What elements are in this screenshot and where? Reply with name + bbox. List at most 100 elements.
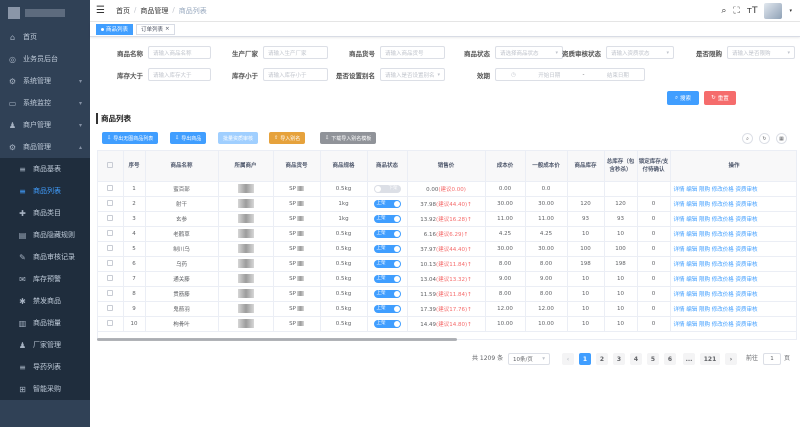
sidebar-subitem[interactable]: ▤ 商品隐藏规则	[0, 224, 90, 246]
sidebar-subitem[interactable]: ≡ 导药列表	[0, 356, 90, 378]
status-switch[interactable]: 上架	[373, 274, 401, 283]
table-row[interactable]: 4 老鹳草 SP 0.5kg 上架 6.16(建议6.29)↑ 4.25 4.25 10 10 0 详…	[98, 226, 796, 242]
tab-order-list[interactable]: 订单列表 ×	[136, 23, 175, 35]
download-template-button[interactable]: ⇩ 下载导入别名模板	[320, 132, 377, 144]
table-row[interactable]: 1 蜜百部 SP 0.5kg 下架 0.00(建议0.00) 0.00 0.0 详情 编辑 限购…	[98, 181, 796, 197]
sidebar-subitem[interactable]: ▥ 商品销量	[0, 312, 90, 334]
sidebar-item[interactable]: ◎ 业务员后台	[0, 48, 90, 70]
column-header[interactable]	[98, 151, 124, 182]
row-actions[interactable]: 详情 编辑 限购 修改价格 资质审核	[670, 316, 796, 332]
row-checkbox[interactable]	[107, 230, 114, 237]
sidebar-subitem[interactable]: ≡ 商品基表	[0, 158, 90, 180]
search-toggle-icon[interactable]: ⌕	[742, 133, 753, 144]
alias-select[interactable]: 请输入是否设置别名 ▾	[380, 68, 445, 81]
row-checkbox[interactable]	[107, 260, 114, 267]
reset-button[interactable]: ↻ 重置	[704, 91, 736, 105]
sidebar-item[interactable]: ▭ 系统监控 ▾	[0, 92, 90, 114]
row-actions[interactable]: 详情 编辑 限购 修改价格 资质审核	[670, 286, 796, 302]
horizontal-scrollbar[interactable]	[97, 338, 457, 341]
font-size-icon[interactable]: тT	[747, 6, 758, 16]
batch-audit-button[interactable]: 批量资质审核	[218, 132, 259, 144]
page-button[interactable]: ...	[683, 353, 695, 365]
avatar[interactable]	[764, 3, 783, 19]
limit-select[interactable]: 请输入是否限购 ▾	[727, 46, 795, 59]
sidebar-subitem[interactable]: ≡ 商品列表	[0, 180, 90, 202]
qual-status-select[interactable]: 请输入资质状态 ▾	[606, 46, 674, 59]
sidebar-subitem[interactable]: ⊞ 智能采购	[0, 378, 90, 400]
row-checkbox[interactable]	[107, 320, 114, 327]
page-button[interactable]: 121	[700, 353, 720, 365]
sidebar-item[interactable]: ⚙ 商品管理 ▴	[0, 136, 90, 158]
hamburger-icon[interactable]: ☰	[96, 5, 108, 16]
table-row[interactable]: 2 射干 SP 1kg 上架 37.98(建议44.40)↑ 30.00 30.00 120 12…	[98, 196, 796, 212]
row-checkbox[interactable]	[107, 215, 114, 222]
export-no-image-button[interactable]: ⇩ 导出无图商品列表	[102, 132, 159, 144]
row-actions[interactable]: 详情 编辑 限购 修改价格 资质审核	[670, 196, 796, 212]
sidebar-subitem[interactable]: ✉ 库存预警	[0, 268, 90, 290]
row-checkbox[interactable]	[107, 200, 114, 207]
sidebar-subitem[interactable]: ✱ 禁发商品	[0, 290, 90, 312]
goods-sku-input[interactable]: 请输入商品货号	[380, 46, 445, 59]
row-actions[interactable]: 详情 编辑 限购 修改价格 资质审核	[670, 301, 796, 317]
table-row[interactable]: 3 玄参 SP 1kg 上架 13.92(建议16.28)↑ 11.00 11.00 93 93 0…	[98, 211, 796, 227]
manufacturer-input[interactable]: 请输入生产厂家	[263, 46, 328, 59]
select-all-checkbox[interactable]	[107, 162, 114, 169]
next-page-button[interactable]: ›	[725, 353, 737, 365]
chevron-down-icon[interactable]: ▾	[789, 8, 792, 14]
stock-gt-input[interactable]: 请输入库存大于	[148, 68, 211, 81]
sidebar-subitem[interactable]: ♟ 厂家管理	[0, 334, 90, 356]
row-checkbox[interactable]	[107, 245, 114, 252]
search-icon[interactable]: ⌕	[721, 6, 726, 16]
row-actions[interactable]: 详情 编辑 限购 修改价格 资质审核	[670, 211, 796, 227]
table-row[interactable]: 7 通关藤 SP 0.5kg 上架 13.04(建议13.32)↑ 9.00 9.00 10 10…	[98, 271, 796, 287]
status-switch[interactable]: 上架	[373, 229, 401, 238]
table-row[interactable]: 5 制川乌 SP 0.5kg 上架 37.97(建议44.40)↑ 30.00 30.00 10…	[98, 241, 796, 257]
sidebar-subitem[interactable]: ✚ 商品类目	[0, 202, 90, 224]
expiry-date-range[interactable]: ◷ 开始日期 - 结束日期	[495, 68, 645, 81]
page-size-select[interactable]: 10条/页 ▾	[508, 353, 550, 365]
page-button[interactable]: 3	[613, 353, 625, 365]
refresh-icon[interactable]: ↻	[759, 133, 770, 144]
page-button[interactable]: 4	[630, 353, 642, 365]
sidebar-subitem[interactable]: ✎ 商品审核记录	[0, 246, 90, 268]
goto-page-input[interactable]: 1	[763, 353, 781, 365]
status-switch[interactable]: 上架	[373, 259, 401, 268]
prev-page-button[interactable]: ‹	[562, 353, 574, 365]
status-switch[interactable]: 上架	[373, 319, 401, 328]
sidebar-item[interactable]: ⚙ 系统管理 ▾	[0, 70, 90, 92]
row-checkbox[interactable]	[107, 290, 114, 297]
status-switch[interactable]: 上架	[373, 244, 401, 253]
breadcrumb-item[interactable]: 商品管理	[140, 6, 168, 16]
row-actions[interactable]: 详情 编辑 限购 修改价格 资质审核	[670, 256, 796, 272]
row-checkbox[interactable]	[107, 185, 114, 192]
row-actions[interactable]: 详情 编辑 限购 修改价格 资质审核	[670, 241, 796, 257]
status-switch[interactable]: 上架	[373, 214, 401, 223]
export-button[interactable]: ⇩ 导出商品	[170, 132, 207, 144]
sidebar-item[interactable]: ⌂ 首页	[0, 26, 90, 48]
page-button[interactable]: 6	[664, 353, 676, 365]
table-row[interactable]: 9 鬼箭羽 SP 0.5kg 上架 17.39(建议17.76)↑ 12.00 12.00 10…	[98, 301, 796, 317]
status-switch[interactable]: 上架	[373, 289, 401, 298]
page-button[interactable]: 5	[647, 353, 659, 365]
row-checkbox[interactable]	[107, 305, 114, 312]
status-switch[interactable]: 上架	[373, 304, 401, 313]
fullscreen-icon[interactable]: ⛶	[733, 6, 739, 16]
stock-lt-input[interactable]: 请输入库存小于	[263, 68, 328, 81]
close-icon[interactable]: ×	[165, 26, 170, 32]
row-checkbox[interactable]	[107, 275, 114, 282]
row-actions[interactable]: 详情 编辑 限购 修改价格 资质审核	[670, 181, 796, 197]
row-actions[interactable]: 详情 编辑 限购 修改价格 资质审核	[670, 271, 796, 287]
table-row[interactable]: 10 枸骨叶 SP 0.5kg 上架 14.49(建议14.80)↑ 10.00 10.00 1…	[98, 316, 796, 332]
row-actions[interactable]: 详情 编辑 限购 修改价格 资质审核	[670, 226, 796, 242]
status-switch[interactable]: 下架	[373, 184, 401, 193]
table-row[interactable]: 6 乌药 SP 0.5kg 上架 10.13(建议11.84)↑ 8.00 8.00 198 19…	[98, 256, 796, 272]
page-button[interactable]: 2	[596, 353, 608, 365]
goods-name-input[interactable]: 请输入商品名称	[148, 46, 211, 59]
breadcrumb-item[interactable]: 首页	[116, 6, 130, 16]
columns-icon[interactable]: ▦	[776, 133, 787, 144]
tab-goods-list[interactable]: 商品列表	[96, 23, 134, 35]
import-alias-button[interactable]: ⇧ 导入别名	[269, 132, 306, 144]
search-button[interactable]: ⌕ 搜索	[667, 91, 699, 105]
sidebar-item[interactable]: ♟ 商户管理 ▾	[0, 114, 90, 136]
status-switch[interactable]: 上架	[373, 199, 401, 208]
